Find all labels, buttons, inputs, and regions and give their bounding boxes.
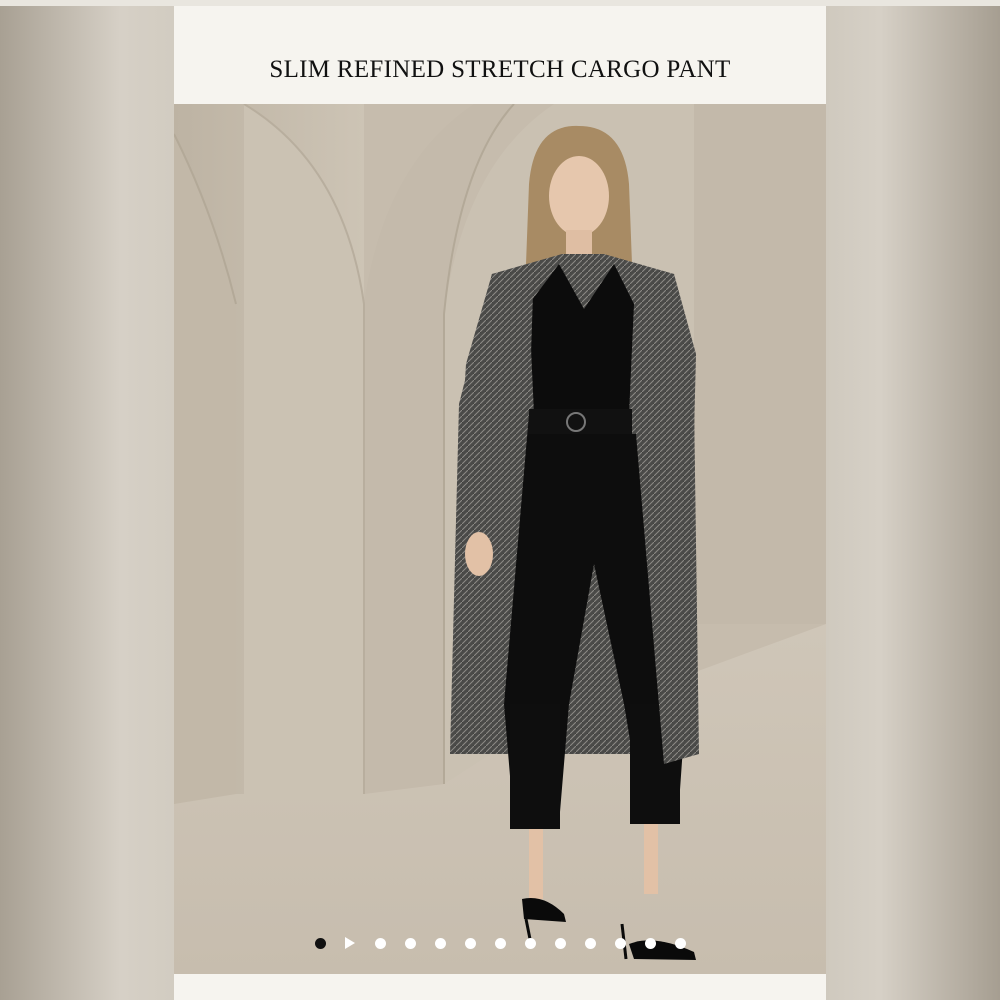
slide-indicator[interactable]: [665, 936, 695, 950]
active-dot-icon: [314, 937, 326, 949]
card-footer: [174, 974, 826, 1000]
dot-icon: [554, 937, 566, 949]
carousel-indicators: [174, 936, 826, 950]
video-indicator[interactable]: [335, 936, 365, 950]
dot-icon: [434, 937, 446, 949]
slide-indicator[interactable]: [545, 936, 575, 950]
dot-icon: [584, 937, 596, 949]
slide-indicator[interactable]: [455, 936, 485, 950]
dot-icon: [614, 937, 626, 949]
slide-indicator[interactable]: [395, 936, 425, 950]
dot-icon: [674, 937, 686, 949]
product-photo: [174, 104, 826, 974]
dot-icon: [494, 937, 506, 949]
slide-indicator[interactable]: [575, 936, 605, 950]
dot-icon: [524, 937, 536, 949]
dot-icon: [644, 937, 656, 949]
slide-indicator[interactable]: [515, 936, 545, 950]
product-title: SLIM REFINED STRETCH CARGO PANT: [269, 56, 731, 83]
slide-indicator[interactable]: [635, 936, 665, 950]
slide-indicator[interactable]: [425, 936, 455, 950]
slide-indicator[interactable]: [485, 936, 515, 950]
dot-icon: [404, 937, 416, 949]
slide-indicator[interactable]: [365, 936, 395, 950]
slide-indicator[interactable]: [605, 936, 635, 950]
dot-icon: [464, 937, 476, 949]
product-card: SLIM REFINED STRETCH CARGO PANT: [174, 6, 826, 1000]
product-image-gallery[interactable]: [174, 104, 826, 974]
dot-icon: [374, 937, 386, 949]
slide-indicator[interactable]: [305, 936, 335, 950]
play-icon: [345, 937, 355, 949]
product-header: SLIM REFINED STRETCH CARGO PANT: [174, 6, 826, 104]
